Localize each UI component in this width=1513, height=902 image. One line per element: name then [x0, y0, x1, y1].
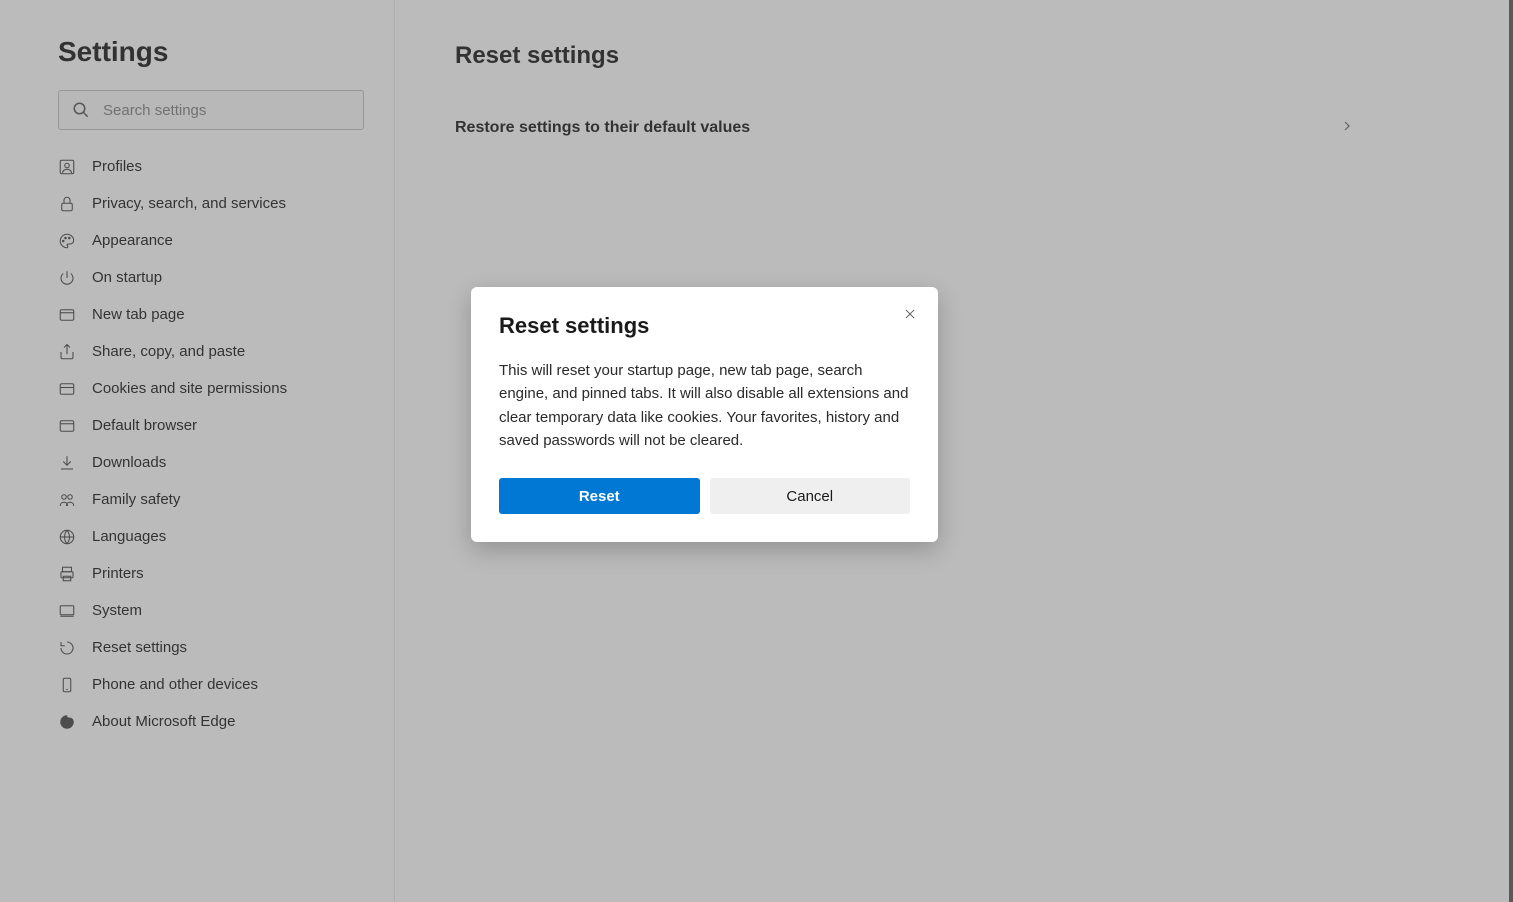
sidebar-item-printers[interactable]: Printers: [48, 555, 364, 592]
system-icon: [58, 602, 76, 620]
sidebar-item-label: System: [92, 602, 142, 619]
share-icon: [58, 343, 76, 361]
download-icon: [58, 454, 76, 472]
sidebar-item-share[interactable]: Share, copy, and paste: [48, 333, 364, 370]
dialog-title: Reset settings: [499, 313, 910, 339]
scrollbar[interactable]: [1509, 0, 1513, 902]
sidebar-item-label: Share, copy, and paste: [92, 343, 245, 360]
dialog-body: This will reset your startup page, new t…: [499, 359, 910, 452]
phone-icon: [58, 676, 76, 694]
sidebar-item-label: Printers: [92, 565, 144, 582]
sidebar-item-label: Profiles: [92, 158, 142, 175]
restore-defaults-label: Restore settings to their default values: [455, 119, 750, 137]
sidebar-item-label: Phone and other devices: [92, 676, 258, 693]
sidebar-item-label: Cookies and site permissions: [92, 380, 287, 397]
search-input[interactable]: [58, 90, 364, 130]
sidebar-item-label: Family safety: [92, 491, 180, 508]
profile-icon: [58, 158, 76, 176]
page-title: Reset settings: [455, 42, 1453, 70]
power-icon: [58, 269, 76, 287]
edge-icon: [58, 713, 76, 731]
chevron-right-icon: [1339, 118, 1355, 139]
sidebar-item-label: Downloads: [92, 454, 166, 471]
search-icon: [72, 101, 90, 119]
sidebar-item-downloads[interactable]: Downloads: [48, 444, 364, 481]
restore-defaults-row[interactable]: Restore settings to their default values: [455, 100, 1355, 156]
sidebar-item-label: On startup: [92, 269, 162, 286]
close-button[interactable]: [898, 303, 922, 327]
sidebar-item-label: New tab page: [92, 306, 185, 323]
printer-icon: [58, 565, 76, 583]
sidebar-item-label: Reset settings: [92, 639, 187, 656]
sidebar-item-phone[interactable]: Phone and other devices: [48, 666, 364, 703]
sidebar-item-newtab[interactable]: New tab page: [48, 296, 364, 333]
sidebar-item-privacy[interactable]: Privacy, search, and services: [48, 185, 364, 222]
sidebar-item-label: Appearance: [92, 232, 173, 249]
search-wrap: [58, 90, 364, 130]
cookies-icon: [58, 380, 76, 398]
sidebar-item-reset[interactable]: Reset settings: [48, 629, 364, 666]
sidebar-item-system[interactable]: System: [48, 592, 364, 629]
lock-icon: [58, 195, 76, 213]
sidebar-item-family[interactable]: Family safety: [48, 481, 364, 518]
close-icon: [903, 307, 917, 324]
sidebar-item-default-browser[interactable]: Default browser: [48, 407, 364, 444]
sidebar-item-languages[interactable]: Languages: [48, 518, 364, 555]
language-icon: [58, 528, 76, 546]
reset-icon: [58, 639, 76, 657]
reset-button[interactable]: Reset: [499, 478, 700, 514]
dialog-buttons: Reset Cancel: [499, 478, 910, 514]
sidebar-item-startup[interactable]: On startup: [48, 259, 364, 296]
reset-settings-dialog: Reset settings This will reset your star…: [471, 287, 938, 542]
family-icon: [58, 491, 76, 509]
nav-list: Profiles Privacy, search, and services A…: [48, 148, 364, 740]
sidebar-item-profiles[interactable]: Profiles: [48, 148, 364, 185]
sidebar: Settings Profiles Privacy, search, and s…: [0, 0, 395, 902]
cancel-button[interactable]: Cancel: [710, 478, 911, 514]
sidebar-item-appearance[interactable]: Appearance: [48, 222, 364, 259]
sidebar-item-label: Default browser: [92, 417, 197, 434]
sidebar-item-cookies[interactable]: Cookies and site permissions: [48, 370, 364, 407]
sidebar-item-label: Languages: [92, 528, 166, 545]
default-browser-icon: [58, 417, 76, 435]
settings-title: Settings: [58, 36, 364, 68]
sidebar-item-label: About Microsoft Edge: [92, 713, 235, 730]
sidebar-item-about[interactable]: About Microsoft Edge: [48, 703, 364, 740]
sidebar-item-label: Privacy, search, and services: [92, 195, 286, 212]
appearance-icon: [58, 232, 76, 250]
new-tab-icon: [58, 306, 76, 324]
